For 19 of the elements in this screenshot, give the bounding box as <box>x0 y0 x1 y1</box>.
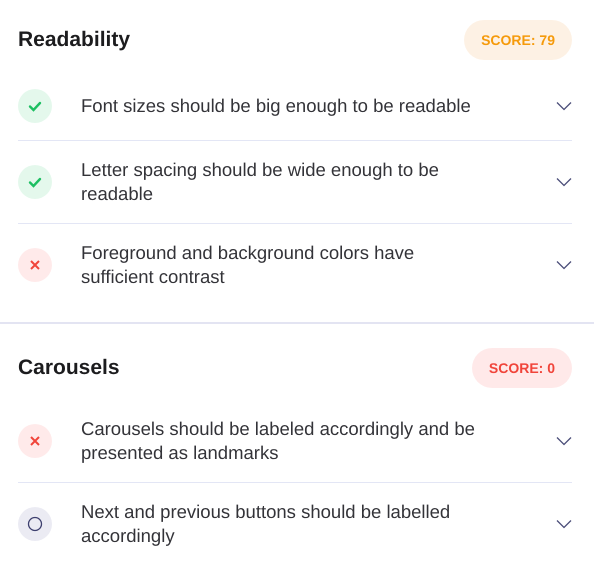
chevron-down-icon[interactable] <box>556 260 572 270</box>
audit-item-text: Foreground and background colors have sufficient contrast <box>81 241 416 289</box>
audit-item-text: Font sizes should be big enough to be readable <box>81 94 472 118</box>
audit-item-text: Carousels should be labeled accordingly and be presented as landmarks <box>81 417 476 465</box>
chevron-down-icon[interactable] <box>556 101 572 111</box>
section-title: Readability <box>18 28 130 52</box>
check-icon <box>18 165 52 199</box>
circle-icon <box>18 507 52 541</box>
section-title: Carousels <box>18 356 120 380</box>
close-icon <box>18 424 52 458</box>
check-icon <box>18 89 52 123</box>
score-badge: SCORE: 79 <box>464 20 572 60</box>
chevron-down-icon[interactable] <box>556 519 572 529</box>
audit-item-text: Next and previous buttons should be labelled accordingly <box>81 500 452 548</box>
close-icon <box>18 248 52 282</box>
audit-item-text: Letter spacing should be wide enough to be readable <box>81 158 440 206</box>
chevron-down-icon[interactable] <box>556 177 572 187</box>
score-badge: SCORE: 0 <box>472 348 572 388</box>
chevron-down-icon[interactable] <box>556 436 572 446</box>
